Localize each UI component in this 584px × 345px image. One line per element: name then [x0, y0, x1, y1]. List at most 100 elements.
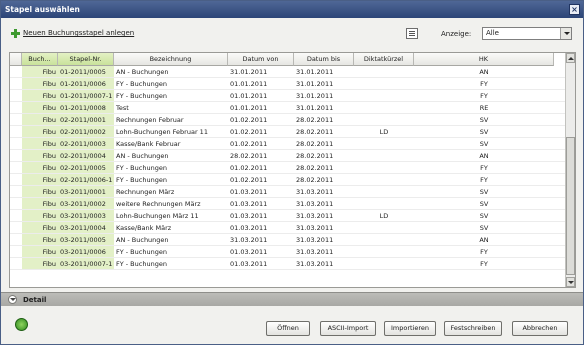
table-cell: FY - Buchungen	[116, 164, 167, 172]
table-cell	[354, 102, 414, 113]
table-cell: Fibu	[22, 90, 58, 101]
row-indicator	[10, 246, 22, 257]
table-cell: SV	[479, 200, 489, 208]
table-cell: 01.03.2011	[230, 248, 268, 256]
column-header[interactable]: HK	[414, 53, 554, 66]
column-header[interactable]: Datum bis	[294, 53, 354, 66]
import-button[interactable]: Importieren	[384, 321, 436, 336]
table-row[interactable]: Fibu 03-2011/0001 Rechnungen März 01.03.201…	[10, 186, 565, 198]
table-cell: 03-2011/0007-1	[58, 258, 114, 269]
table-row[interactable]: Fibu 02-2011/0001 Rechnungen Februar 01.02.…	[10, 114, 565, 126]
table-cell: Fibu	[22, 174, 58, 185]
table-row[interactable]: Fibu 01-2011/0007-1 FY - Buchungen 01.01.20…	[10, 90, 565, 102]
row-indicator	[10, 138, 22, 149]
table-row[interactable]: Fibu 01-2011/0006 FY - Buchungen 01.01.2011…	[10, 78, 565, 90]
row-indicator	[10, 222, 22, 233]
commit-button[interactable]: Festschreiben	[444, 321, 502, 336]
column-header[interactable]: Datum von	[228, 53, 294, 66]
table-cell: Rechnungen Februar	[116, 116, 184, 124]
table-cell: 31.03.2011	[296, 236, 334, 244]
table-row[interactable]: Fibu 03-2011/0006 FY - Buchungen 01.03.2011…	[10, 246, 565, 258]
table-cell: SV	[479, 212, 489, 220]
scroll-up-icon[interactable]	[566, 53, 575, 63]
close-icon[interactable]: ×	[569, 4, 580, 15]
table-cell: SV	[479, 116, 489, 124]
table-cell: FY - Buchungen	[116, 260, 167, 268]
table-cell: 01.03.2011	[230, 212, 268, 220]
table-cell: Fibu	[22, 210, 58, 221]
table-row[interactable]: Fibu 03-2011/0004 Kasse/Bank März 01.03.201…	[10, 222, 565, 234]
table-cell: 31.01.2011	[296, 80, 334, 88]
table-row[interactable]: Fibu 01-2011/0005 AN - Buchungen 31.01.2011…	[10, 66, 565, 78]
table-cell: 31.03.2011	[296, 248, 334, 256]
table-row[interactable]: Fibu 03-2011/0007-1 FY - Buchungen 01.03.20…	[10, 258, 565, 270]
column-header[interactable]: Diktatkürzel	[354, 53, 414, 66]
chevron-down-icon[interactable]	[560, 28, 571, 39]
anzeige-select[interactable]: Alle	[482, 27, 572, 40]
table-cell: FY - Buchungen	[116, 248, 167, 256]
table-cell: AN	[479, 68, 489, 76]
table-cell	[354, 234, 414, 245]
row-indicator	[10, 210, 22, 221]
scroll-thumb[interactable]	[566, 137, 575, 275]
row-indicator	[10, 162, 22, 173]
table-cell	[354, 162, 414, 173]
table-cell: 01.02.2011	[230, 164, 268, 172]
batch-table: Buch... Stapel-Nr. Bezeichnung Datum von Dat…	[9, 52, 576, 288]
table-cell: 28.02.2011	[296, 164, 334, 172]
cancel-button[interactable]: Abbrechen	[512, 321, 568, 336]
column-header[interactable]: Buch...	[22, 53, 58, 66]
table-cell	[354, 90, 414, 101]
new-batch-link[interactable]: Neuen Buchungsstapel anlegen	[11, 27, 134, 39]
table-body: Fibu 01-2011/0005 AN - Buchungen 31.01.2011…	[10, 66, 565, 270]
vertical-scrollbar[interactable]	[565, 53, 575, 287]
table-cell: 31.01.2011	[230, 68, 268, 76]
table-cell: 01.01.2011	[230, 80, 268, 88]
row-indicator	[10, 198, 22, 209]
table-row[interactable]: Fibu 02-2011/0006-1 FY - Buchungen 01.02.20…	[10, 174, 565, 186]
table-cell: 01-2011/0005	[58, 66, 114, 77]
table-cell: 03-2011/0004	[58, 222, 114, 233]
table-cell: 02-2011/0003	[58, 138, 114, 149]
detail-label: Detail	[23, 296, 47, 304]
table-cell: 01-2011/0007-1	[58, 90, 114, 101]
expand-icon[interactable]	[8, 295, 17, 304]
table-row[interactable]: Fibu 02-2011/0004 AN - Buchungen 28.02.2011…	[10, 150, 565, 162]
open-button[interactable]: Öffnen	[266, 321, 310, 336]
table-row[interactable]: Fibu 03-2011/0005 AN - Buchungen 31.03.2011…	[10, 234, 565, 246]
table-cell: Test	[116, 104, 129, 112]
column-header[interactable]: Bezeichnung	[114, 53, 228, 66]
table-cell: 28.02.2011	[296, 128, 334, 136]
table-cell: SV	[479, 128, 489, 136]
table-cell	[354, 198, 414, 209]
table-cell: Fibu	[22, 162, 58, 173]
table-row[interactable]: Fibu 02-2011/0003 Kasse/Bank Februar 01.02.…	[10, 138, 565, 150]
table-row[interactable]: Fibu 03-2011/0003 Lohn-Buchungen März 11 01…	[10, 210, 565, 222]
table-cell: FY	[480, 248, 488, 256]
table-cell: 31.03.2011	[296, 212, 334, 220]
table-row[interactable]: Fibu 02-2011/0002 Lohn-Buchungen Februar 1…	[10, 126, 565, 138]
table-row[interactable]: Fibu 02-2011/0005 FY - Buchungen 01.02.2011…	[10, 162, 565, 174]
anzeige-label: Anzeige:	[441, 30, 472, 38]
table-cell: 31.03.2011	[296, 260, 334, 268]
table-cell: 02-2011/0001	[58, 114, 114, 125]
table-cell: Rechnungen März	[116, 188, 175, 196]
help-icon[interactable]	[15, 318, 28, 331]
table-cell: Kasse/Bank Februar	[116, 140, 181, 148]
table-header: Buch... Stapel-Nr. Bezeichnung Datum von Dat…	[10, 53, 554, 66]
table-cell	[354, 258, 414, 269]
table-cell: Fibu	[22, 258, 58, 269]
column-header[interactable]	[10, 53, 22, 66]
ascii-import-button[interactable]: ASCII-Import	[320, 321, 376, 336]
table-cell: 03-2011/0001	[58, 186, 114, 197]
table-cell: 01-2011/0008	[58, 102, 114, 113]
export-list-icon[interactable]	[406, 28, 418, 39]
column-header[interactable]: Stapel-Nr.	[58, 53, 114, 66]
table-cell: 01.03.2011	[230, 188, 268, 196]
scroll-down-icon[interactable]	[566, 277, 575, 287]
table-row[interactable]: Fibu 03-2011/0002 weitere Rechnungen März 0…	[10, 198, 565, 210]
table-cell	[354, 114, 414, 125]
table-cell: FY - Buchungen	[116, 92, 167, 100]
detail-panel-bar[interactable]: Detail	[1, 292, 583, 306]
table-row[interactable]: Fibu 01-2011/0008 Test 01.01.2011 31.01.2011…	[10, 102, 565, 114]
